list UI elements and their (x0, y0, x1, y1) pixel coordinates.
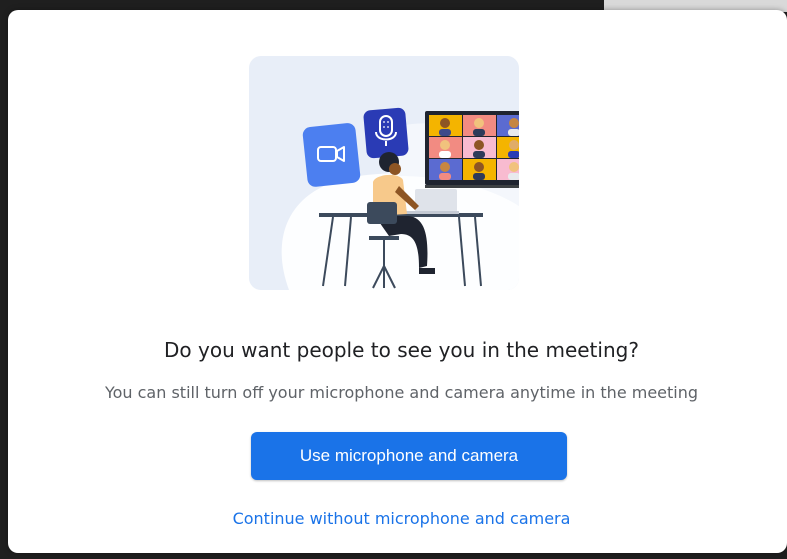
use-microphone-and-camera-button[interactable]: Use microphone and camera (251, 432, 567, 480)
microphone-icon (363, 107, 409, 159)
video-grid-monitor (425, 111, 519, 188)
dialog-subtitle: You can still turn off your microphone a… (104, 383, 699, 402)
permission-dialog: Do you want people to see you in the mee… (8, 10, 787, 553)
meeting-illustration (249, 56, 519, 290)
continue-without-mic-camera-link[interactable]: Continue without microphone and camera (8, 509, 787, 528)
meeting-illustration-art (281, 107, 519, 290)
dialog-title: Do you want people to see you in the mee… (164, 338, 639, 362)
video-camera-icon (302, 123, 361, 187)
